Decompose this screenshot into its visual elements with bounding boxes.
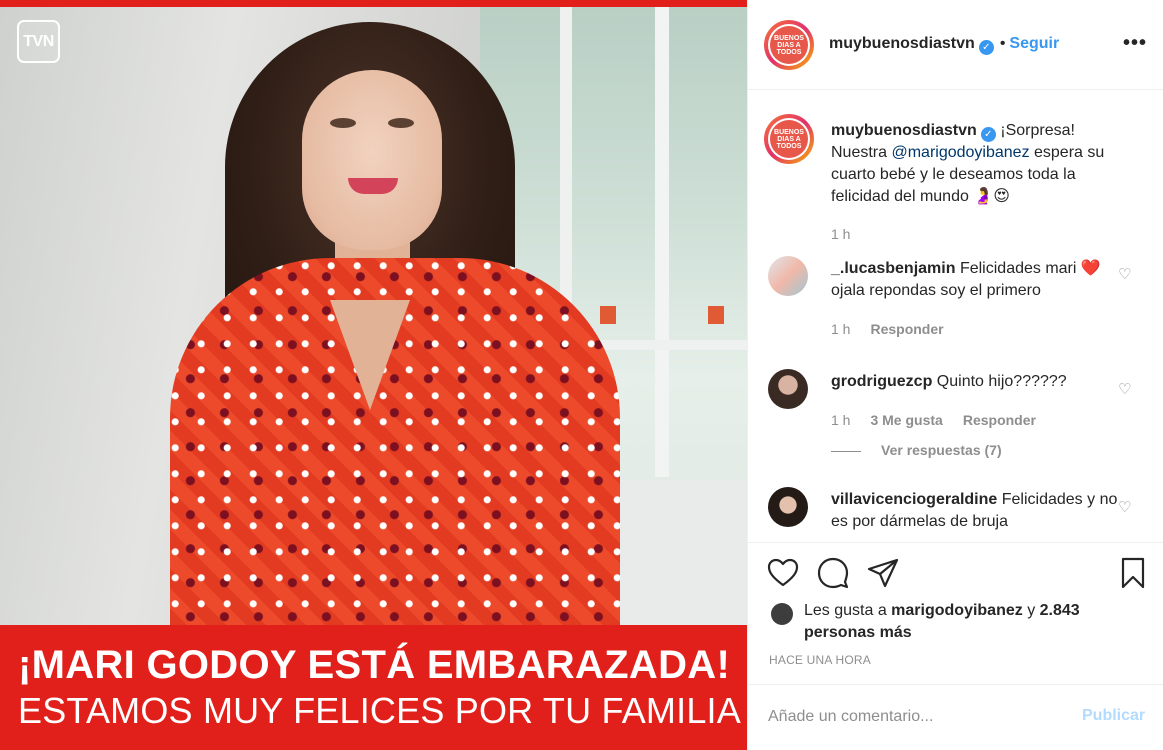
background-detail [708, 306, 724, 324]
comment-username[interactable]: villavicencio​geraldine [831, 491, 997, 508]
commenter-avatar[interactable] [768, 369, 808, 409]
likes-summary: Les gusta a marigodoyibanez y 2.843 pers… [804, 600, 1144, 644]
banner-headline: ¡MARI GODOY ESTÁ EMBARAZADA! [18, 643, 731, 687]
window-frame [655, 7, 669, 477]
share-paper-plane-icon[interactable] [866, 556, 900, 590]
reply-button[interactable]: Responder [870, 321, 943, 337]
commenter-avatar[interactable] [768, 487, 808, 527]
person-smile [348, 178, 398, 194]
publish-button[interactable]: Publicar [1082, 707, 1145, 725]
likes-prefix: Les gusta a [804, 602, 892, 619]
comment-bubble-icon[interactable] [816, 556, 850, 590]
comment-text: grodriguezcp Quinto hijo?????? [831, 371, 1131, 393]
header-user-line: muybuenosdiastvn ✓ • Seguir [829, 35, 1059, 55]
caption-mention-link[interactable]: @marigodoyibanez [891, 144, 1029, 161]
follow-button[interactable]: Seguir [1009, 35, 1059, 52]
comment-likes-count[interactable]: 3 Me gusta [870, 412, 942, 428]
comment-meta: 1 h Responder [831, 321, 964, 337]
liker-avatar[interactable] [771, 603, 793, 625]
post-sidebar: BUENOS DIAS A TODOS muybuenosdiastvn ✓ • Se… [747, 0, 1163, 750]
avatar-logo-text: BUENOS DIAS A TODOS [770, 120, 808, 158]
background-detail [600, 306, 616, 324]
avatar-frame: BUENOS DIAS A TODOS [768, 118, 810, 160]
commenter-avatar[interactable] [768, 256, 808, 296]
like-comment-heart-icon[interactable]: ♡ [1118, 265, 1131, 283]
post-timestamp[interactable]: HACE UNA HORA [769, 653, 871, 667]
comment-time[interactable]: 1 h [831, 321, 850, 337]
comment-username[interactable]: _.lucasbenjamin [831, 260, 956, 277]
like-heart-icon[interactable] [766, 556, 800, 590]
image-top-stripe [0, 0, 747, 7]
caption-time[interactable]: 1 h [831, 226, 850, 242]
comments-section[interactable]: BUENOS DIAS A TODOS muybuenosdiastvn ✓ ¡S… [748, 91, 1163, 541]
separator-dot: • [999, 35, 1006, 52]
verified-badge-icon: ✓ [978, 40, 994, 55]
verified-badge-icon: ✓ [980, 127, 996, 142]
add-comment-input[interactable] [768, 705, 1058, 729]
save-bookmark-icon[interactable] [1116, 556, 1150, 590]
view-replies-button[interactable]: Ver respuestas (7) [881, 442, 1002, 458]
comment-text: _.lucasbenjamin Felicidades mari ❤️ ojal… [831, 258, 1131, 302]
post-header: BUENOS DIAS A TODOS muybuenosdiastvn ✓ • Se… [748, 0, 1163, 90]
comment-meta: 1 h 3 Me gusta Responder [831, 412, 1056, 428]
avatar-frame: BUENOS DIAS A TODOS [768, 24, 810, 66]
avatar-logo-text: BUENOS DIAS A TODOS [770, 26, 808, 64]
likes-mid: y [1022, 602, 1040, 619]
header-username[interactable]: muybuenosdiastvn [829, 35, 975, 52]
like-comment-heart-icon[interactable]: ♡ [1118, 498, 1131, 516]
caption-avatar[interactable]: BUENOS DIAS A TODOS [764, 114, 814, 164]
comment-username[interactable]: grodriguezcp [831, 373, 932, 390]
reply-button[interactable]: Responder [963, 412, 1036, 428]
person-eye [330, 118, 356, 128]
likes-user-link[interactable]: marigodoyibanez [891, 602, 1023, 619]
more-options-button[interactable]: ••• [1123, 32, 1147, 55]
tvn-logo: TVN [17, 20, 60, 63]
banner-subheadline: ESTAMOS MUY FELICES POR TU FAMILIA [18, 690, 741, 731]
post-image[interactable]: TVN ¡MARI GODOY ESTÁ EMBARAZADA! ESTAMOS… [0, 0, 747, 750]
caption-meta: 1 h [831, 226, 870, 242]
person-eye [388, 118, 414, 128]
person-face [302, 70, 442, 250]
profile-avatar[interactable]: BUENOS DIAS A TODOS [764, 20, 814, 70]
comment-body: Quinto hijo?????? [936, 373, 1067, 390]
comment-composer: Publicar [748, 684, 1163, 750]
like-comment-heart-icon[interactable]: ♡ [1118, 380, 1131, 398]
caption-text: muybuenosdiastvn ✓ ¡Sorpresa! Nuestra @ma… [831, 120, 1131, 208]
comment-time[interactable]: 1 h [831, 412, 850, 428]
replies-divider [831, 451, 861, 452]
caption-username[interactable]: muybuenosdiastvn [831, 122, 977, 139]
comment-text: villavicencio​geraldine Felicidades y no… [831, 489, 1131, 533]
